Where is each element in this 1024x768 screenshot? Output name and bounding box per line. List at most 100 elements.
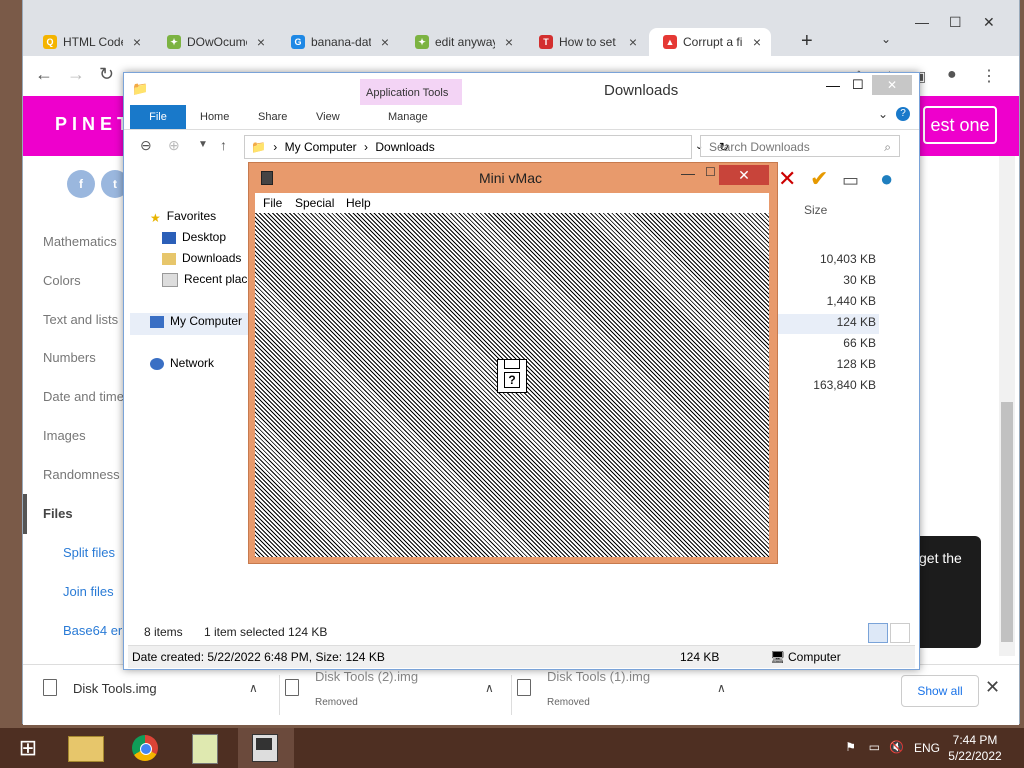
tab-home[interactable]: Home	[200, 111, 229, 123]
tab-corrupt-a-file[interactable]: ▲ Corrupt a fi ×	[649, 28, 771, 56]
start-icon[interactable]: ⊞	[0, 728, 56, 768]
menu-special[interactable]: Special	[295, 196, 334, 210]
download-item[interactable]: Disk Tools (1).img Removed ∧	[517, 669, 743, 715]
maximize-icon[interactable]: ☐	[705, 165, 716, 179]
up-icon[interactable]: ↑	[220, 137, 227, 153]
delete-icon[interactable]: ✕	[778, 166, 796, 192]
network-icon[interactable]: ▭	[869, 740, 880, 754]
minimize-icon[interactable]: —	[826, 77, 840, 93]
new-tab-button[interactable]: +	[801, 30, 813, 53]
close-icon[interactable]: ✕	[983, 14, 995, 31]
close-tab-icon[interactable]: ×	[129, 34, 145, 50]
details-view-icon[interactable]	[868, 623, 888, 643]
file-explorer-taskbar-button[interactable]	[58, 728, 114, 768]
tab-file[interactable]: File	[130, 105, 186, 129]
recent-chevron-icon[interactable]: ▼	[198, 139, 208, 150]
close-icon[interactable]: ✕	[872, 75, 912, 95]
side-link-numbers[interactable]: Numbers	[43, 350, 96, 365]
vmac-screen[interactable]: ?	[255, 213, 769, 557]
download-item[interactable]: Disk Tools (2).img Removed ∧	[285, 669, 512, 715]
close-tab-icon[interactable]: ×	[377, 34, 393, 50]
profile-icon[interactable]: ●	[947, 66, 957, 84]
forward-icon[interactable]: ⊕	[168, 137, 180, 154]
nav-my-computer[interactable]: My Computer	[150, 314, 242, 328]
chevron-up-icon[interactable]: ∧	[485, 681, 494, 695]
file-size[interactable]: 124 KB	[764, 315, 876, 329]
nav-favorites[interactable]: ★ Favorites	[150, 209, 216, 225]
volume-muted-icon[interactable]: 🔇	[889, 740, 904, 754]
size-column-header[interactable]: Size	[804, 203, 827, 217]
reload-icon[interactable]: ↻	[99, 64, 114, 85]
menu-icon[interactable]: ⋮	[981, 66, 997, 86]
notepad-taskbar-button[interactable]	[178, 728, 234, 768]
nav-recent[interactable]: Recent place	[162, 272, 254, 287]
show-all-button[interactable]: Show all	[901, 675, 979, 707]
facebook-icon[interactable]: f	[67, 170, 95, 198]
side-link-files[interactable]: Files	[43, 506, 73, 521]
side-link-images[interactable]: Images	[43, 428, 86, 443]
side-link-mathematics[interactable]: Mathematics	[43, 234, 117, 249]
language-indicator[interactable]: ENG	[914, 741, 940, 755]
file-size[interactable]: 1,440 KB	[764, 294, 876, 308]
tab-manage[interactable]: Manage	[388, 111, 428, 123]
address-input[interactable]: 📁 › My Computer › Downloads ⌄ ↻	[244, 135, 729, 159]
file-size[interactable]: 66 KB	[764, 336, 876, 350]
scrollbar-thumb[interactable]	[1001, 402, 1013, 642]
tab-how-to-set[interactable]: T How to set ×	[525, 28, 647, 56]
file-size[interactable]: 163,840 KB	[764, 378, 876, 392]
tab-html-code[interactable]: Q HTML Code ×	[29, 28, 151, 56]
forward-icon[interactable]: →	[67, 64, 85, 85]
chevron-down-icon[interactable]: ⌄	[878, 107, 888, 121]
nav-network[interactable]: Network	[150, 356, 214, 370]
minimize-icon[interactable]: —	[915, 14, 929, 30]
cta-button[interactable]: est one	[923, 106, 997, 144]
close-tab-icon[interactable]: ×	[501, 34, 517, 50]
menu-file[interactable]: File	[263, 196, 282, 210]
maximize-icon[interactable]: ☐	[852, 77, 864, 93]
tab-edit-anyway[interactable]: ✦ edit anyway ×	[401, 28, 523, 56]
side-sublink-split[interactable]: Split files	[63, 545, 115, 560]
close-icon[interactable]: ✕	[985, 677, 1000, 698]
side-link-randomness[interactable]: Randomness	[43, 467, 120, 482]
back-icon[interactable]: ←	[35, 64, 53, 85]
maximize-icon[interactable]: ☐	[949, 14, 962, 31]
chevron-up-icon[interactable]: ∧	[717, 681, 726, 695]
file-size[interactable]: 128 KB	[764, 357, 876, 371]
close-tab-icon[interactable]: ×	[625, 34, 641, 50]
file-size[interactable]: 30 KB	[764, 273, 876, 287]
file-size[interactable]: 10,403 KB	[764, 252, 876, 266]
promo-card[interactable]: get the	[919, 536, 981, 648]
nav-downloads[interactable]: Downloads	[162, 251, 241, 265]
side-link-text[interactable]: Text and lists	[43, 312, 118, 327]
clock-time[interactable]: 7:44 PM	[948, 733, 1002, 747]
back-icon[interactable]: ⊖	[140, 137, 152, 154]
properties-icon[interactable]: ●	[880, 166, 893, 192]
tab-view[interactable]: View	[316, 111, 340, 123]
close-icon[interactable]: ✕	[719, 165, 769, 185]
tab-banana[interactable]: G banana-dat ×	[277, 28, 399, 56]
minimize-icon[interactable]: —	[681, 165, 695, 181]
large-icons-view-icon[interactable]	[890, 623, 910, 643]
vmac-taskbar-button[interactable]	[238, 728, 294, 768]
breadcrumb-my-computer[interactable]: My Computer	[285, 140, 357, 154]
flag-icon[interactable]: ⚑	[845, 740, 856, 754]
help-icon[interactable]: ?	[896, 107, 910, 121]
menu-help[interactable]: Help	[346, 196, 371, 210]
side-link-colors[interactable]: Colors	[43, 273, 81, 288]
page-scrollbar[interactable]	[999, 156, 1015, 656]
close-tab-icon[interactable]: ×	[253, 34, 269, 50]
checkmark-icon[interactable]: ✔	[810, 166, 828, 192]
tab-search-button[interactable]: ⌄	[881, 32, 891, 46]
side-sublink-join[interactable]: Join files	[63, 584, 114, 599]
tab-share[interactable]: Share	[258, 111, 287, 123]
side-link-date[interactable]: Date and time	[43, 389, 124, 404]
nav-desktop[interactable]: Desktop	[162, 230, 226, 244]
search-input[interactable]: Search Downloads ⌕	[700, 135, 900, 157]
close-tab-icon[interactable]: ×	[749, 34, 765, 50]
breadcrumb-downloads[interactable]: Downloads	[375, 140, 434, 154]
chevron-up-icon[interactable]: ∧	[249, 681, 258, 695]
site-logo[interactable]: PINET	[55, 114, 133, 135]
chrome-taskbar-button[interactable]	[118, 728, 174, 768]
rename-icon[interactable]: ▭	[842, 170, 859, 191]
side-sublink-base64[interactable]: Base64 er	[63, 623, 122, 638]
